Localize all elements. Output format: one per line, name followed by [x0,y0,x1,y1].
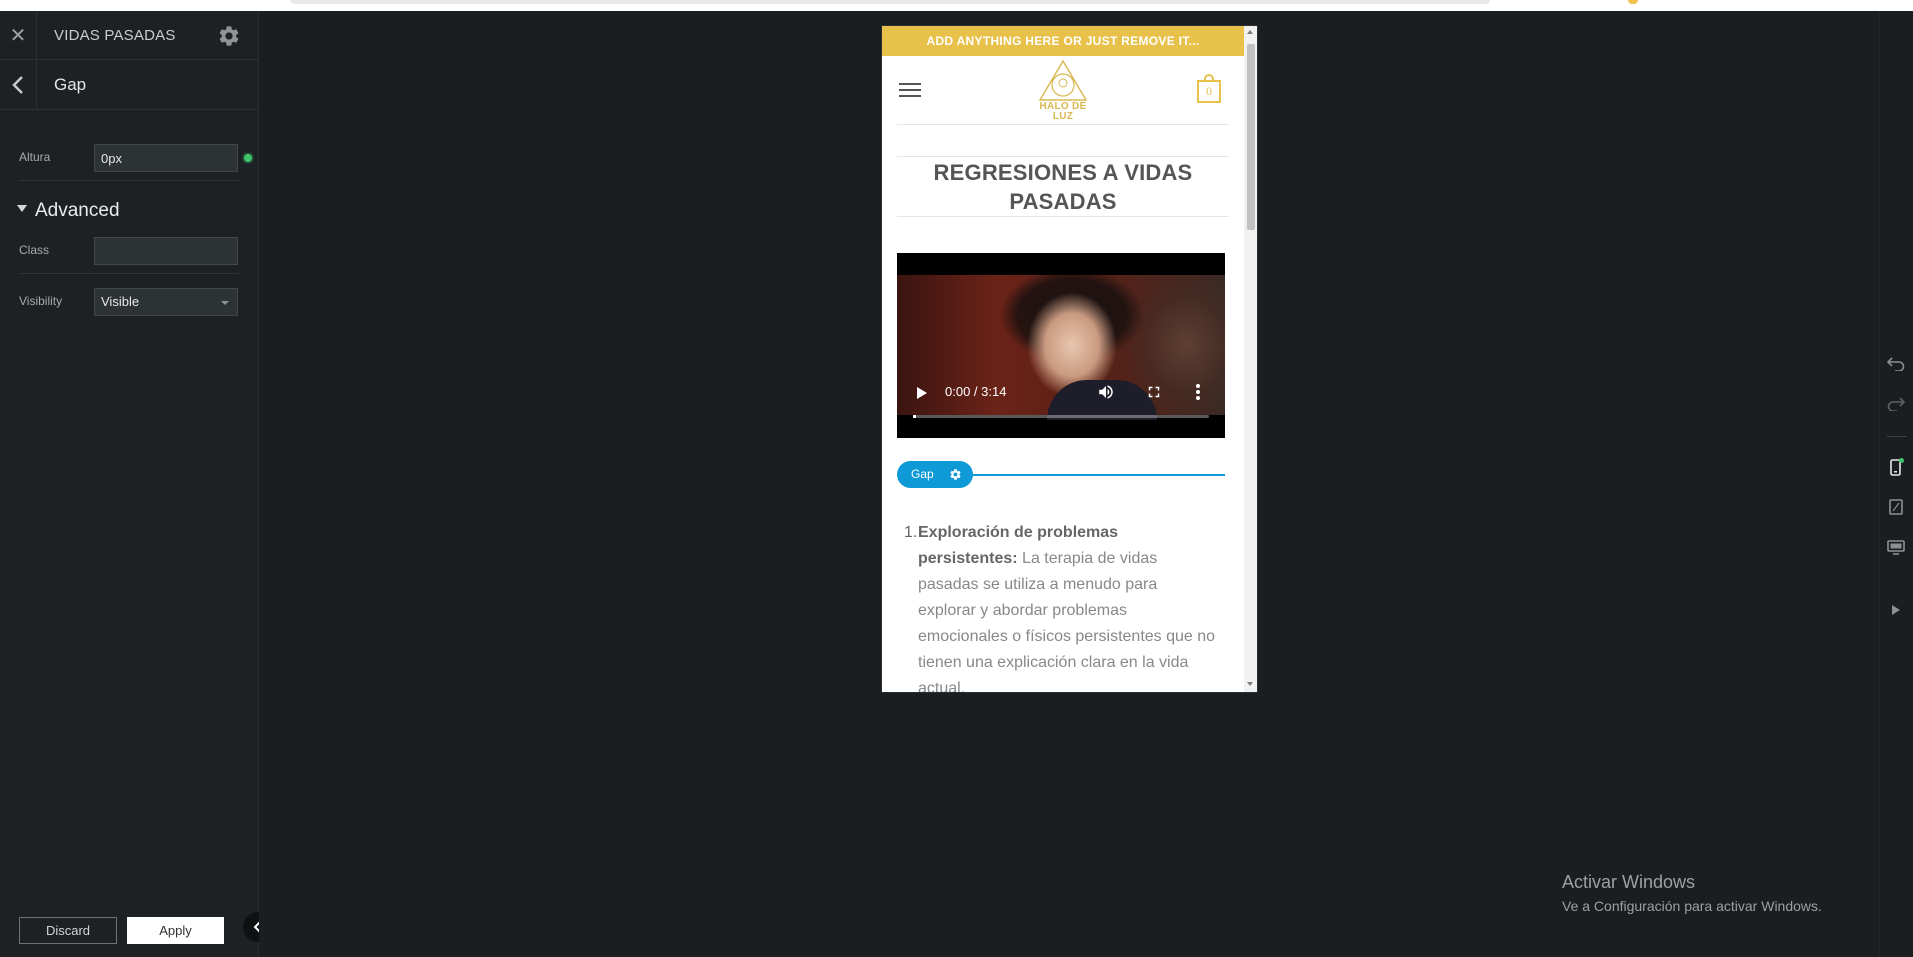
sidebar-title: VIDAS PASADAS [54,27,176,44]
advanced-label: Advanced [35,200,120,221]
video-progress-knob[interactable] [913,415,916,418]
settings-sidebar: ✕ VIDAS PASADAS Gap Altura Advanced Clas… [0,11,259,957]
cart-count: 0 [1197,80,1221,103]
class-input[interactable] [94,237,238,265]
menu-bar [899,89,921,91]
desktop-glyph [1887,540,1905,555]
gap-element-tag[interactable]: Gap [897,461,973,488]
altura-label: Altura [19,150,51,164]
back-button[interactable] [0,60,37,110]
sidebar-footer: Discard Apply [0,911,259,957]
scrollbar-thumb[interactable] [1247,44,1255,230]
redo-glyph [1887,397,1905,411]
scroll-up-arrow-icon[interactable] [1247,30,1253,34]
visibility-label: Visibility [19,294,63,308]
close-icon[interactable]: ✕ [0,11,37,60]
list-item-number: 1. [904,524,918,541]
video-play-icon[interactable] [917,387,927,399]
logo-text: HALO DE LUZ [1030,102,1096,122]
divider [19,273,239,274]
chevron-left-icon [12,76,23,94]
tablet-device-icon[interactable] [1883,494,1909,520]
windows-activation-watermark: Activar Windows Ve a Configuración para … [1562,871,1822,915]
address-bar-edge [290,0,1490,4]
class-label: Class [19,243,50,257]
page-title-line1: REGRESIONES A VIDAS [933,160,1193,185]
watermark-line1: Activar Windows [1562,872,1696,892]
sidebar-subheader: Gap [0,60,259,110]
altura-input[interactable] [94,144,238,172]
gear-icon[interactable] [217,24,241,48]
list-item-text: Exploración de problemas persistentes: L… [918,520,1218,692]
desktop-device-icon[interactable] [1883,534,1909,560]
announcement-bar[interactable]: ADD ANYTHING HERE OR JUST REMOVE IT... [882,26,1244,56]
visibility-row: Visibility Visible [0,285,259,325]
play-glyph [1892,605,1900,615]
mobile-preview[interactable]: ADD ANYTHING HERE OR JUST REMOVE IT... H… [882,26,1257,692]
extension-badge [1628,0,1638,4]
volume-icon[interactable] [1097,383,1115,401]
undo-icon[interactable] [1883,351,1909,377]
undo-glyph [1887,357,1905,371]
title-divider-top [897,156,1229,157]
sidebar-header: ✕ VIDAS PASADAS [0,11,259,60]
scroll-down-arrow-icon[interactable] [1247,682,1253,686]
more-options-icon[interactable] [1195,383,1201,401]
apply-button[interactable]: Apply [127,917,224,944]
visibility-select[interactable]: Visible [94,288,238,316]
browser-top-strip [0,0,1913,11]
header-divider [897,124,1229,125]
redo-icon[interactable] [1883,391,1909,417]
element-name: Gap [54,75,87,94]
video-player[interactable]: 0:00 / 3:14 [897,253,1225,438]
class-row: Class [0,234,259,274]
menu-bar [899,95,921,97]
gear-icon[interactable] [949,468,962,481]
gap-tag-label: Gap [911,467,934,481]
toolbar-divider [1887,436,1907,437]
page-title-line2: PASADAS [1009,189,1117,214]
tablet-glyph [1889,499,1903,515]
divider [19,180,239,181]
play-icon[interactable] [1883,597,1909,623]
advanced-section-toggle[interactable]: Advanced [17,197,120,225]
fullscreen-icon[interactable] [1145,383,1163,401]
shopping-bag-icon[interactable]: 0 [1197,74,1223,104]
triangle-down-icon [17,205,27,213]
site-logo[interactable]: HALO DE LUZ [1030,58,1096,126]
video-progress-bar[interactable] [913,415,1209,418]
halo-triangle-icon [1038,59,1088,101]
title-divider-bottom [897,216,1229,217]
preview-scrollbar[interactable] [1244,26,1257,692]
mobile-device-icon[interactable] [1883,454,1909,480]
visibility-value: Visible [101,294,140,309]
watermark-line2: Ve a Configuración para activar Windows. [1562,898,1822,914]
video-time: 0:00 / 3:14 [945,384,1007,399]
altura-row: Altura [0,141,259,181]
caret-down-icon [221,301,229,305]
hamburger-icon[interactable] [899,83,921,99]
mobile-glyph [1890,458,1904,476]
responsive-status-dot[interactable] [244,154,252,162]
logo-text-line2: LUZ [1052,111,1074,122]
discard-button[interactable]: Discard [19,917,117,944]
page-title: REGRESIONES A VIDAS PASADAS [897,158,1229,216]
menu-bar [899,83,921,85]
right-toolbar [1879,11,1913,957]
list-item-body: La terapia de vidas pasadas se utiliza a… [918,550,1216,692]
